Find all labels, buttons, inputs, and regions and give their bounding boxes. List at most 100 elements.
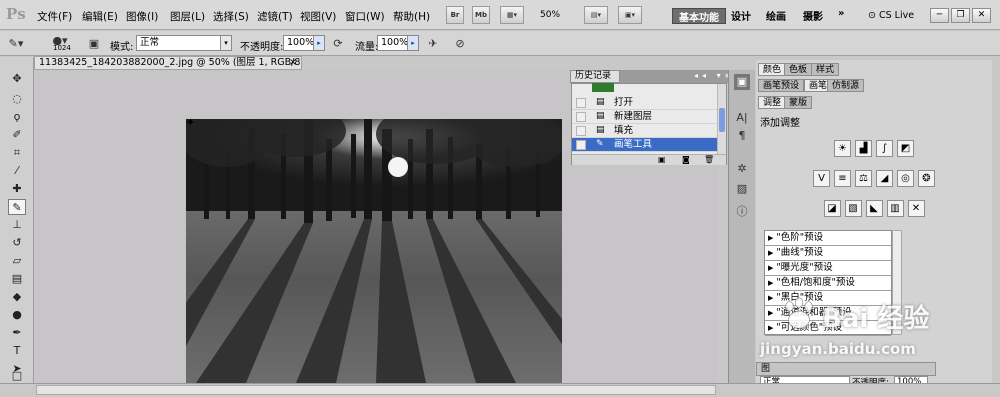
invert-icon[interactable]: ◪: [823, 200, 841, 217]
paragraph-panel-icon[interactable]: ¶: [734, 128, 750, 144]
history-source-checkbox[interactable]: [576, 112, 586, 122]
preset-item[interactable]: ▶ "色相/饱和度"预设: [765, 276, 891, 291]
history-item-selected[interactable]: ✎ 画笔工具: [572, 138, 718, 152]
brightness-icon[interactable]: ☀: [834, 140, 851, 157]
tab-adjustments[interactable]: 调整: [758, 96, 787, 109]
pen-tool-icon[interactable]: ✒: [8, 325, 26, 341]
workspace-design[interactable]: 设计: [725, 8, 757, 24]
color-balance-icon[interactable]: ⚖: [855, 170, 872, 187]
blur-tool-icon[interactable]: ◆: [8, 289, 26, 305]
flow-slider-icon[interactable]: ▸: [407, 35, 419, 51]
type-tool-icon[interactable]: T: [8, 343, 26, 359]
tab-styles[interactable]: 样式: [811, 63, 840, 76]
history-source-checkbox[interactable]: [576, 140, 586, 150]
menu-file[interactable]: 文件(F): [37, 9, 72, 24]
tab-clone-source[interactable]: 仿制源: [827, 79, 865, 92]
menu-layer[interactable]: 图层(L): [170, 9, 205, 24]
tablet-opacity-icon[interactable]: ⟳: [330, 36, 346, 51]
clone-stamp-tool-icon[interactable]: ⊥: [8, 217, 26, 233]
levels-icon[interactable]: ▟: [855, 140, 872, 157]
threshold-icon[interactable]: ◣: [865, 200, 883, 217]
history-source-checkbox[interactable]: [576, 98, 586, 108]
exposure-icon[interactable]: ◩: [897, 140, 914, 157]
brush-tool-icon[interactable]: ✎: [8, 199, 26, 215]
tab-brush-presets[interactable]: 画笔预设: [758, 79, 805, 92]
character-panel-icon[interactable]: A|: [734, 110, 750, 126]
history-source-checkbox[interactable]: [576, 126, 586, 136]
channel-mixer-icon[interactable]: ❂: [918, 170, 935, 187]
posterize-icon[interactable]: ▧: [844, 200, 862, 217]
gradient-tool-icon[interactable]: ▤: [8, 271, 26, 287]
menu-select[interactable]: 选择(S): [213, 9, 249, 24]
crop-tool-icon[interactable]: ⌗: [8, 145, 26, 161]
menu-window[interactable]: 窗口(W): [345, 9, 385, 24]
horizontal-scrollbar[interactable]: [36, 385, 716, 395]
zoom-level[interactable]: 50%: [540, 10, 560, 20]
history-snapshot[interactable]: [572, 82, 718, 92]
mode-dropdown-icon[interactable]: ▾: [220, 35, 232, 51]
airbrush-icon[interactable]: ✈: [425, 36, 441, 51]
bridge-button[interactable]: Br: [446, 6, 464, 24]
lasso-tool-icon[interactable]: ϙ: [8, 109, 26, 125]
close-document-icon[interactable]: ×: [289, 57, 297, 69]
history-item[interactable]: ▤ 打开: [572, 96, 718, 110]
preset-item[interactable]: ▶ "色阶"预设: [765, 231, 891, 246]
workspace-photography[interactable]: 摄影: [797, 8, 829, 24]
delete-state-icon[interactable]: 🗑: [704, 155, 714, 164]
navigator-panel-icon[interactable]: ▨: [734, 181, 750, 197]
history-item[interactable]: ▤ 新建图层: [572, 110, 718, 124]
brush-tool-preset-icon[interactable]: ✎▾: [8, 36, 24, 51]
brush-panel-toggle-icon[interactable]: ▣: [86, 36, 102, 51]
menu-image[interactable]: 图像(I): [126, 9, 158, 24]
history-brush-tool-icon[interactable]: ↺: [8, 235, 26, 251]
curves-icon[interactable]: ∫: [876, 140, 893, 157]
opacity-slider-icon[interactable]: ▸: [313, 35, 325, 51]
minimize-button[interactable]: ─: [930, 8, 949, 23]
menu-help[interactable]: 帮助(H): [393, 9, 430, 24]
menu-filter[interactable]: 滤镜(T): [257, 9, 293, 24]
eyedropper-tool-icon[interactable]: ⁄: [8, 163, 26, 179]
actions-panel-icon[interactable]: ✲: [734, 161, 750, 177]
selective-color-icon[interactable]: ✕: [907, 200, 925, 217]
move-tool-icon[interactable]: ✥: [8, 71, 26, 87]
tab-swatches[interactable]: 色板: [784, 63, 813, 76]
preset-item[interactable]: ▶ "曲线"预设: [765, 246, 891, 261]
healing-brush-tool-icon[interactable]: ✚: [8, 181, 26, 197]
screen-mode-button[interactable]: ▣▾: [618, 6, 642, 24]
more-workspaces-button[interactable]: »: [832, 8, 850, 24]
mode-select[interactable]: 正常: [136, 35, 232, 51]
workspace-essentials[interactable]: 基本功能: [672, 8, 726, 24]
menu-view[interactable]: 视图(V): [300, 9, 336, 24]
restore-button[interactable]: ❐: [951, 8, 970, 23]
photo-filter-icon[interactable]: ◎: [897, 170, 914, 187]
black-white-icon[interactable]: ◢: [876, 170, 893, 187]
tab-color[interactable]: 颜色: [758, 63, 787, 76]
shape-tool-icon[interactable]: □: [8, 368, 26, 384]
workspace-painting[interactable]: 绘画: [760, 8, 792, 24]
tab-masks[interactable]: 蒙版: [784, 96, 813, 109]
view-extras-button[interactable]: ▦▾: [500, 6, 524, 24]
preset-item[interactable]: ▶ "曝光度"预设: [765, 261, 891, 276]
layers-panel-tab[interactable]: 图: [756, 362, 936, 376]
new-document-from-state-icon[interactable]: ▣: [658, 155, 666, 164]
marquee-tool-icon[interactable]: ◌: [8, 91, 26, 107]
history-scrollbar[interactable]: [717, 84, 726, 154]
menu-edit[interactable]: 编辑(E): [82, 9, 118, 24]
arrange-documents-button[interactable]: ▤▾: [584, 6, 608, 24]
mini-bridge-button[interactable]: Mb: [472, 6, 490, 24]
history-scroll-thumb[interactable]: [719, 108, 725, 132]
dodge-tool-icon[interactable]: ●: [8, 307, 26, 323]
eraser-tool-icon[interactable]: ▱: [8, 253, 26, 269]
history-panel-icon[interactable]: ▣: [734, 74, 750, 90]
document-tab[interactable]: 11383425_184203882000_2.jpg @ 50% (图层 1,…: [34, 56, 302, 70]
tablet-size-icon[interactable]: ⊘: [452, 36, 468, 51]
gradient-map-icon[interactable]: ▥: [886, 200, 904, 217]
cs-live-button[interactable]: ⊙ CS Live: [868, 10, 914, 21]
quick-select-tool-icon[interactable]: ✐: [8, 127, 26, 143]
hue-saturation-icon[interactable]: ≡: [834, 170, 851, 187]
info-panel-icon[interactable]: ⓘ: [734, 204, 750, 220]
vibrance-icon[interactable]: V: [813, 170, 830, 187]
history-item[interactable]: ▤ 填充: [572, 124, 718, 138]
close-button[interactable]: ✕: [972, 8, 991, 23]
new-snapshot-icon[interactable]: ◙: [682, 155, 690, 164]
